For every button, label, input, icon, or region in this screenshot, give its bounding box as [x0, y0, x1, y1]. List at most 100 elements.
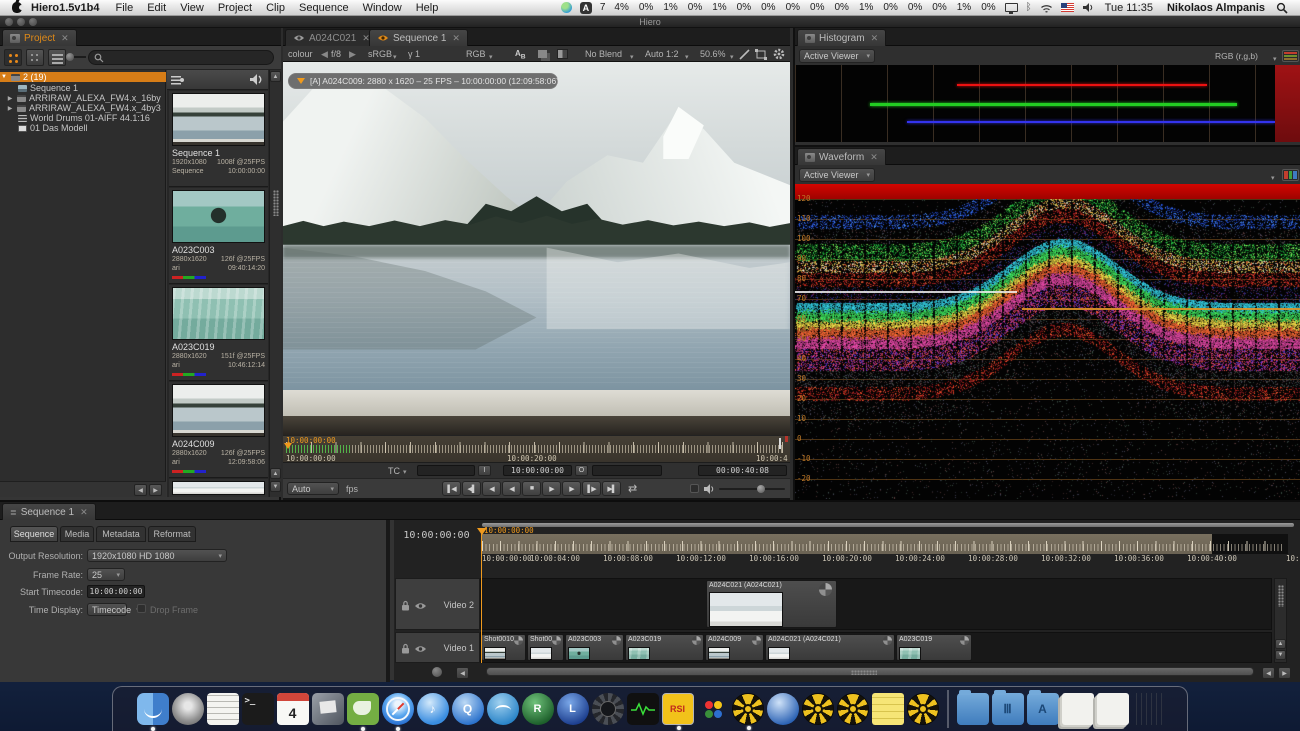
wipe-tool-icon[interactable] — [739, 49, 750, 60]
tc-out-field[interactable] — [592, 465, 662, 476]
volume-slider[interactable] — [719, 488, 785, 490]
tree-item-sequence[interactable]: Sequence 1 — [0, 83, 166, 93]
menu-window[interactable]: Window — [363, 2, 402, 14]
scroll-up-icon[interactable]: ▲ — [1275, 639, 1286, 649]
menu-sequence[interactable]: Sequence — [299, 2, 349, 14]
play-button[interactable]: ▶ — [542, 481, 561, 496]
soft-effects-icon[interactable] — [752, 636, 761, 645]
timeline-playhead-icon[interactable] — [477, 528, 487, 535]
dock-icon-fan-l[interactable]: L — [557, 693, 589, 725]
dock-icon-stack-files[interactable] — [1097, 693, 1129, 725]
timeline-clip-a024c021-v2[interactable]: A024C021 (A024C021) — [706, 580, 837, 628]
menu-user[interactable]: Nikolaos Almpanis — [1167, 2, 1265, 14]
wifi-icon[interactable] — [1040, 3, 1053, 13]
bin-item-a023c003[interactable]: A023C003 2880x1620126f @25FPS ari09:40:1… — [169, 188, 268, 284]
tree-item-das-modell[interactable]: 01 Das Modell — [0, 123, 166, 133]
dock-icon-textedit[interactable] — [207, 693, 239, 725]
scroll-right-icon[interactable]: ▶ — [1278, 667, 1291, 679]
menu-file[interactable]: File — [115, 2, 133, 14]
detail-view-button[interactable] — [26, 49, 44, 66]
dock-icon-hiero-4[interactable] — [907, 693, 939, 725]
minimize-window-icon[interactable] — [17, 18, 25, 26]
scrubber-playhead-icon[interactable] — [284, 443, 292, 449]
timeline-zoom-bar[interactable] — [482, 523, 1294, 527]
next-edit-button[interactable]: ▌▶ — [582, 481, 601, 496]
go-to-start-button[interactable]: ▌◀ — [442, 481, 461, 496]
tab-project[interactable]: Project ✕ — [2, 29, 77, 46]
menu-clock[interactable]: Tue 11:35 — [1105, 2, 1153, 14]
dock-icon-finder[interactable] — [137, 693, 169, 725]
speaker-icon[interactable] — [703, 483, 716, 495]
eye-icon[interactable] — [414, 602, 427, 610]
frame-rate-dropdown[interactable]: 25▾ — [87, 568, 125, 581]
dock-icon-hiero-3[interactable] — [837, 693, 869, 725]
eye-icon[interactable] — [414, 645, 427, 653]
tab-sequence1-viewer[interactable]: Sequence 1 ✕ — [369, 29, 468, 46]
proxy-dropdown[interactable]: Auto 1:2 — [645, 49, 679, 59]
bin-thumbnail[interactable] — [172, 190, 265, 243]
step-back-button[interactable]: ◀ — [482, 481, 501, 496]
dock-icon-photo-booth[interactable] — [312, 693, 344, 725]
soft-effects-icon[interactable] — [960, 636, 969, 645]
layers-icon[interactable] — [538, 50, 547, 58]
ab-compare-icon[interactable]: AB — [515, 49, 526, 61]
viewer-image[interactable] — [283, 62, 790, 435]
lock-icon[interactable] — [401, 643, 410, 654]
aperture-up-icon[interactable]: ▶ — [349, 49, 356, 60]
waveform-source-dropdown[interactable]: Active Viewer▾ — [799, 168, 875, 182]
dock-icon-terminal[interactable]: >_ — [242, 693, 274, 725]
start-timecode-field[interactable]: 10:00:00:00 — [87, 585, 145, 598]
soft-effects-icon[interactable] — [552, 636, 561, 645]
dock-icon-safari[interactable] — [382, 693, 414, 725]
scrubber-scroll-thumb[interactable] — [779, 438, 781, 449]
dock-icon-quicktime[interactable]: Q — [452, 693, 484, 725]
sync-status-icon[interactable] — [561, 2, 572, 13]
input-language-flag-icon[interactable] — [1061, 3, 1074, 12]
scroll-up-icon[interactable]: ▲ — [270, 71, 281, 82]
tc-in-field[interactable] — [417, 465, 475, 476]
scroll-left-icon[interactable]: ◀ — [1262, 667, 1275, 679]
close-window-icon[interactable] — [5, 18, 13, 26]
timeline-clip-shot0010[interactable]: Shot0010 — [481, 634, 526, 661]
soft-effects-icon[interactable] — [692, 636, 701, 645]
blend-dropdown[interactable]: No Blend — [585, 49, 622, 59]
viewer-info-bubble[interactable]: [A] A024C009: 2880 x 1620 – 25 FPS – 10:… — [288, 73, 558, 89]
bin-scrollbar[interactable]: ▲ ▲ ▼ — [269, 70, 281, 497]
histogram-mode-icon[interactable] — [1282, 50, 1299, 62]
scroll-down-icon[interactable]: ▼ — [1275, 650, 1286, 660]
thumb-size-knob[interactable] — [66, 53, 74, 61]
tree-item-arriraw-16by[interactable]: ▶ ARRIRAW_ALEXA_FW4.x_16by — [0, 93, 166, 103]
loop-mode-icon[interactable]: ⇄ — [628, 482, 637, 495]
list-view-button[interactable] — [48, 49, 66, 66]
tab-sequence1-timeline[interactable]: ≣ Sequence 1 ✕ — [2, 503, 96, 520]
set-in-button[interactable]: I — [478, 465, 491, 476]
drop-frame-checkbox[interactable] — [137, 604, 146, 613]
close-icon[interactable]: ✕ — [871, 33, 879, 44]
dock-icon-activity-monitor[interactable] — [627, 693, 659, 725]
scrollbar-grip[interactable] — [851, 670, 877, 675]
timeline-hscrollbar[interactable] — [486, 667, 1254, 676]
scroll-left-icon[interactable]: ◀ — [456, 667, 469, 679]
tree-item-root[interactable]: ▼ 2 (19) — [0, 72, 166, 82]
channels-dropdown[interactable]: RGB — [466, 49, 486, 59]
dock-icon-openoffice[interactable] — [487, 693, 519, 725]
scroll-down-icon[interactable]: ▼ — [270, 481, 281, 492]
dock-icon-stickies[interactable] — [872, 693, 904, 725]
dock-icon-colors[interactable] — [697, 693, 729, 725]
app-menu-title[interactable]: Hiero1.5v1b4 — [31, 2, 99, 14]
mute-checkbox[interactable] — [690, 484, 699, 493]
dock-icon-stack-documents[interactable] — [1062, 693, 1094, 725]
timeline-options-icon[interactable] — [432, 667, 442, 677]
expander-icon[interactable]: ▼ — [0, 74, 8, 80]
bin-item-partial[interactable] — [169, 479, 268, 497]
menu-edit[interactable]: Edit — [147, 2, 166, 14]
dock-icon-calendar[interactable]: 4 — [277, 693, 309, 725]
tab-sequence[interactable]: Sequence — [10, 526, 58, 542]
timeline-clip-a024c021-v1[interactable]: A024C021 (A024C021) — [765, 634, 895, 661]
gear-icon[interactable] — [773, 48, 785, 60]
current-tc-field[interactable]: 10:00:00:00 — [503, 465, 572, 476]
bin-settings-icon[interactable] — [171, 75, 185, 85]
track-header-video2[interactable]: Video 2 — [395, 578, 480, 630]
guides-icon[interactable] — [755, 49, 767, 60]
dock-icon-folder-downloads[interactable] — [957, 693, 989, 725]
